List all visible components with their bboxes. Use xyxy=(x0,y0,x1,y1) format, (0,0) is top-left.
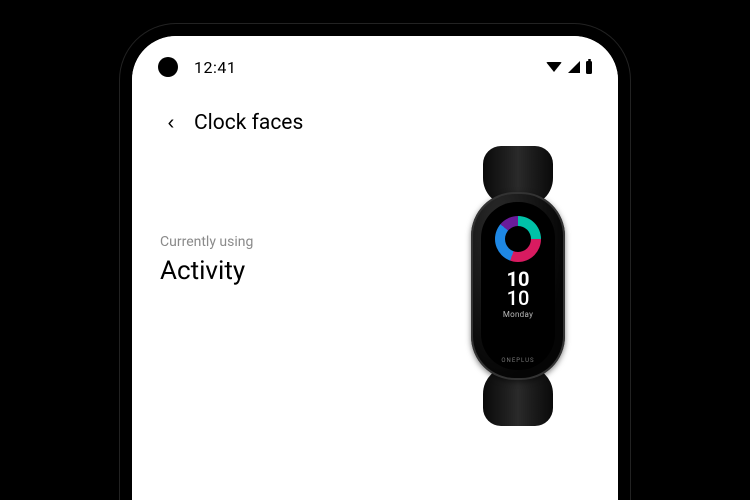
band-body: 10 10 Monday ONEPLUS xyxy=(471,192,565,380)
battery-icon xyxy=(586,61,592,74)
screen: 12:41 ‹ Clock faces Currently using xyxy=(132,36,618,500)
band-hours: 10 xyxy=(503,270,533,289)
front-camera-cutout xyxy=(158,57,178,77)
phone-frame: 12:41 ‹ Clock faces Currently using xyxy=(132,36,618,500)
current-face-name: Activity xyxy=(160,256,253,286)
page-title: Clock faces xyxy=(194,111,303,135)
band-minutes: 10 xyxy=(503,289,533,308)
band-day: Monday xyxy=(503,311,533,319)
band-strap-bottom xyxy=(483,366,553,426)
chevron-left-icon: ‹ xyxy=(168,112,175,135)
band-display: 10 10 Monday ONEPLUS xyxy=(481,202,555,370)
device-preview: 10 10 Monday ONEPLUS xyxy=(458,146,578,426)
band-time: 10 10 Monday xyxy=(503,270,533,319)
cellular-icon xyxy=(568,61,580,73)
current-face-block: Currently using Activity xyxy=(160,234,253,286)
currently-using-label: Currently using xyxy=(160,234,253,250)
status-icons xyxy=(546,61,592,74)
hero-section: Currently using Activity 10 10 Monday xyxy=(132,156,618,426)
activity-ring-icon xyxy=(495,216,541,262)
band-strap-top xyxy=(483,146,553,206)
band-brand: ONEPLUS xyxy=(481,357,555,364)
status-bar: 12:41 xyxy=(132,54,618,80)
wifi-icon xyxy=(546,62,562,72)
back-button[interactable]: ‹ xyxy=(156,108,186,138)
page-header: ‹ Clock faces xyxy=(132,98,618,148)
status-time: 12:41 xyxy=(194,58,236,77)
stage: 12:41 ‹ Clock faces Currently using xyxy=(0,0,750,500)
